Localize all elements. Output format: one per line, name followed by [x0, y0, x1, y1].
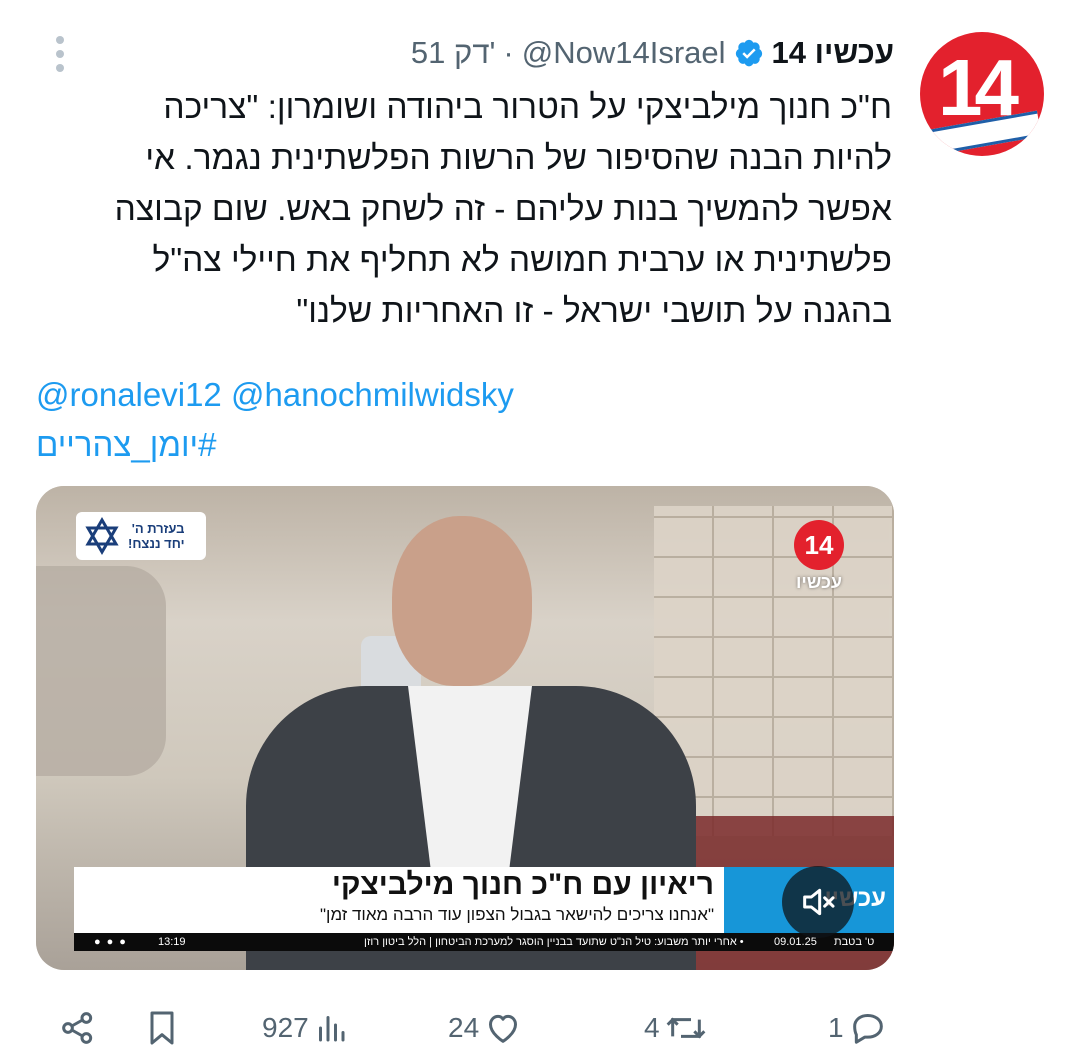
tweet-text-line: בהגנה על תושבי ישראל - זו האחריות שלנו" [296, 293, 892, 330]
mute-button[interactable] [782, 866, 854, 938]
avatar[interactable]: 14 [920, 32, 1044, 156]
timestamp[interactable]: 51 דק' [411, 35, 496, 71]
display-name[interactable]: עכשיו 14 [772, 35, 894, 71]
channel-logo: 14 [794, 520, 844, 570]
reply-count: 1 [828, 1012, 844, 1043]
lower-third-subtitle: "אנחנו צריכים להישאר בגבול הצפון עוד הרב… [320, 905, 714, 924]
action-bar: 927 24 4 1 [0, 1000, 1080, 1056]
star-of-david-icon [85, 517, 119, 555]
mention-link[interactable]: @ronalevi12 [36, 376, 222, 413]
bookmark-icon [150, 1011, 174, 1045]
video-badge: בעזרת ה' יחד ננצח! [76, 512, 206, 560]
verified-badge-icon [735, 39, 762, 67]
heart-icon [489, 1014, 518, 1043]
views-count: 927 [262, 1012, 309, 1043]
video-duct [36, 566, 166, 776]
lower-third-title: ריאיון עם ח"כ חנוך מילביצקי [331, 868, 714, 901]
tweet-text-line: אפשר להמשיך בנות עליהם - זה לשחק באש. שו… [114, 191, 892, 228]
badge-line: יחד ננצח! [128, 536, 185, 551]
reply-bubble-icon [852, 1014, 883, 1044]
retweet-icon [666, 1017, 705, 1039]
reply-button[interactable]: 1 [828, 1000, 888, 1056]
like-count: 24 [448, 1012, 480, 1043]
mentions: @ronalevi12 @hanochmilwidsky [36, 372, 514, 418]
share-icon [62, 1012, 93, 1044]
tweet-header: עכשיו 14 @Now14Israel · 51 דק' [411, 30, 894, 76]
channel-logo-label: עכשיו [795, 572, 843, 592]
ticker-clock: 13:19 [158, 936, 186, 948]
views-button[interactable]: 927 [262, 1000, 349, 1056]
tweet-text: ח"כ חנוך מילביצקי על הטרור ביהודה ושומרו… [62, 82, 892, 337]
like-button[interactable]: 24 [448, 1000, 523, 1056]
social-icons: ●●● [94, 936, 132, 948]
video-person-head [392, 516, 532, 686]
ticker-day: ט' בטבת [834, 936, 875, 948]
badge-line: בעזרת ה' [131, 521, 185, 536]
more-options-icon[interactable] [52, 36, 68, 78]
user-handle[interactable]: @Now14Israel [522, 35, 726, 71]
lower-third: ריאיון עם ח"כ חנוך מילביצקי "אנחנו צריכי… [74, 867, 894, 933]
ticker-text: • אחרי יותר משבוע: טיל הנ"ט שתועד בבניין… [364, 936, 744, 948]
separator-dot: · [503, 35, 514, 70]
hashtag-link[interactable]: #יומן_צהריים [36, 422, 217, 468]
tweet-text-line: ח"כ חנוך מילביצקי על הטרור ביהודה ושומרו… [163, 89, 892, 126]
views-chart-icon [318, 1016, 345, 1042]
tweet-text-line: להיות הבנה שהסיפור של הרשות הפלשתינית נג… [145, 140, 892, 177]
bookmark-button[interactable] [142, 1000, 182, 1056]
tweet-text-line: פלשתינית או ערבית חמושה לא תחליף את חייל… [152, 242, 892, 279]
video-badge-text: בעזרת ה' יחד ננצח! [128, 521, 185, 551]
retweet-count: 4 [644, 1012, 660, 1043]
news-ticker: ●●● 13:19 • אחרי יותר משבוע: טיל הנ"ט שת… [74, 933, 894, 951]
share-button[interactable] [58, 1000, 98, 1056]
video-media[interactable]: בעזרת ה' יחד ננצח! 14 עכשיו ריאיון עם ח"… [36, 486, 894, 970]
mention-link[interactable]: @hanochmilwidsky [231, 376, 514, 413]
speaker-muted-icon [803, 888, 835, 916]
retweet-button[interactable]: 4 [644, 1000, 708, 1056]
